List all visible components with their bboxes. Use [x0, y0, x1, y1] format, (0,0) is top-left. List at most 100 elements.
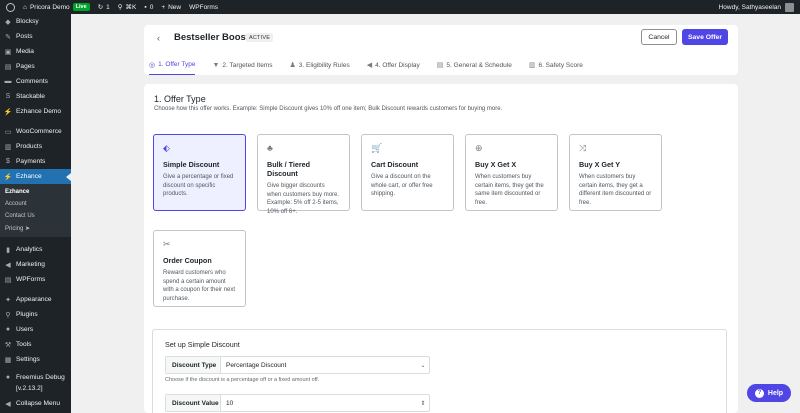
tab-offer-display[interactable]: ◀ 4. Offer Display [367, 55, 420, 75]
sidebar-item-pages[interactable]: ▤ Pages [0, 59, 71, 74]
wpforms-adminbar-link[interactable]: WPForms [189, 4, 218, 11]
back-arrow-icon[interactable]: ‹ [157, 33, 160, 43]
section-title: 1. Offer Type [154, 94, 206, 104]
tab-eligibility-rules[interactable]: ♟ 3. Eligibility Rules [290, 55, 350, 75]
card-title: Cart Discount [371, 160, 419, 169]
search-icon: ⚲ [117, 4, 123, 11]
submenu-item-pricing[interactable]: Pricing ➤ [0, 222, 71, 234]
sidebar-item-stackable[interactable]: S Stackable [0, 89, 71, 104]
offer-type-card-buy-x-get-y[interactable]: ⤨ Buy X Get Y When customers buy certain i… [569, 134, 662, 211]
tab-label: 6. Safety Score [538, 61, 583, 69]
sidebar-item-settings[interactable]: ▦ Settings [0, 352, 71, 367]
tab-offer-type[interactable]: ◎ 1. Offer Type [149, 55, 196, 75]
offer-display-icon: ◀ [366, 62, 373, 69]
tab-general-schedule[interactable]: ▤ 5. General & Schedule [437, 55, 512, 75]
site-name-link[interactable]: ⌂ Pricora Demo Live [23, 3, 90, 11]
save-offer-button[interactable]: Save Offer [682, 29, 728, 45]
admin-sidebar: ◆ Blocksy ✎ Posts ▣ Media ▤ Pages ▬ Comments S Stac… [0, 14, 71, 413]
sidebar-item-label: Posts [16, 33, 33, 40]
cancel-button[interactable]: Cancel [641, 29, 677, 45]
sidebar-item-analytics[interactable]: ▮ Analytics [0, 242, 71, 257]
comments-icon: ▬ [4, 78, 12, 85]
offer-type-panel: 1. Offer Type Choose how this offer work… [144, 84, 738, 413]
tab-safety-score[interactable]: ▥ 6. Safety Score [529, 55, 583, 75]
new-content-link[interactable]: + New [161, 4, 181, 11]
sidebar-item-users[interactable]: ● Users [0, 322, 71, 337]
status-badge: ACTIVE [246, 33, 274, 42]
card-title: Bulk / Tiered Discount [267, 160, 311, 178]
stepper-icon[interactable]: ⇕ [417, 400, 429, 407]
updates-link[interactable]: ↻ 1 [98, 3, 110, 12]
account-menu[interactable]: Howdy, Sathyaseelan [718, 2, 794, 12]
sidebar-item-label: Pages [16, 63, 35, 70]
sidebar-item-label: Media [16, 48, 34, 55]
offer-type-card-bulk-tiered-discount[interactable]: ♣ Bulk / Tiered Discount Give bigger disco… [257, 134, 350, 215]
discount-type-select[interactable]: Discount Type Percentage Discount ⌄ [165, 356, 430, 374]
submenu-item-contact-us[interactable]: Contact Us [0, 210, 71, 222]
sidebar-item-label: Analytics [16, 246, 43, 253]
comment-icon: ▪ [144, 3, 147, 11]
buy-x-get-x-icon: ⊕ [475, 143, 483, 153]
card-title: Buy X Get Y [579, 160, 621, 169]
tab-label: 5. General & Schedule [446, 61, 512, 69]
card-description: When customers buy certain items, they g… [579, 174, 652, 206]
targeted-items-icon: ▼ [212, 61, 220, 69]
help-button[interactable]: ? Help [747, 384, 791, 402]
sidebar-item-label: Payments [16, 158, 46, 165]
submenu-item-ezhance[interactable]: Ezhance [0, 186, 71, 198]
greeting: Howdy, Sathyaseelan [718, 3, 781, 11]
collapse-menu-button[interactable]: ◀ Collapse Menu [0, 396, 71, 411]
sidebar-item-tools[interactable]: ⚒ Tools [0, 337, 71, 352]
offer-type-card-simple-discount[interactable]: ⬖ Simple Discount Give a percentage or fix… [153, 134, 246, 211]
sidebar-item-posts[interactable]: ✎ Posts [0, 29, 71, 44]
sidebar-item-blocksy[interactable]: ◆ Blocksy [0, 14, 71, 29]
sidebar-item-payments[interactable]: $ Payments [0, 154, 71, 169]
ezhance-demo-icon: ⚡ [3, 108, 13, 116]
sidebar-item-woocommerce[interactable]: ▭ WooCommerce [0, 124, 71, 139]
discount-value-field[interactable]: Discount Value 10 ⇕ [165, 394, 430, 412]
sidebar-item-wpforms[interactable]: ▤ WPForms [0, 272, 71, 287]
chevron-down-icon: ⌄ [420, 362, 426, 369]
sidebar-item-media[interactable]: ▣ Media [0, 44, 71, 59]
sidebar-item-ezhance-active[interactable]: ⚡ Ezhance [0, 169, 71, 184]
submenu-item-account[interactable]: Account [0, 198, 71, 210]
sidebar-item-comments[interactable]: ▬ Comments [0, 74, 71, 89]
discount-type-help: Choose if the discount is a percentage o… [165, 377, 320, 383]
offer-type-card-buy-x-get-x[interactable]: ⊕ Buy X Get X When customers buy certain i… [465, 134, 558, 211]
products-icon: ▥ [4, 143, 12, 151]
freemius-version: [v.2.13.2] [16, 384, 43, 392]
command-palette-link[interactable]: ⚲ ⌘K [118, 3, 137, 11]
sidebar-item-products[interactable]: ▥ Products [0, 139, 71, 154]
sidebar-item-plugins[interactable]: ⚲ Plugins [0, 307, 71, 322]
discount-value-label: Discount Value [166, 395, 221, 411]
wordpress-logo-icon[interactable] [6, 2, 15, 12]
simple-discount-icon: ⬖ [163, 143, 170, 153]
sidebar-item-freemius-debug[interactable]: ● Freemius Debug [0, 372, 71, 383]
card-description: Give bigger discounts when customers buy… [267, 183, 340, 215]
card-description: Give a discount on the whole cart, or of… [371, 174, 433, 197]
safety-score-icon: ▥ [528, 62, 536, 69]
page-title: Bestseller Boost [174, 32, 249, 43]
offer-type-icon: ◎ [149, 61, 156, 69]
offer-type-card-order-coupon[interactable]: ✂ Order Coupon Reward customers who spend … [153, 230, 246, 307]
sidebar-item-label: WPForms [16, 276, 46, 283]
media-icon: ▣ [4, 48, 12, 56]
offer-type-card-cart-discount[interactable]: 🛒 Cart Discount Give a discount on the who… [361, 134, 454, 211]
marketing-icon: ◀ [5, 261, 11, 269]
question-icon: ? [754, 388, 764, 398]
buy-x-get-y-icon: ⤨ [579, 143, 587, 153]
discount-value-input[interactable]: 10 [221, 400, 417, 407]
sidebar-item-label: Blocksy [16, 18, 39, 25]
posts-icon: ✎ [5, 33, 11, 41]
sidebar-item-appearance[interactable]: ✦ Appearance [0, 292, 71, 307]
tab-targeted-items[interactable]: ▼ 2. Targeted Items [212, 55, 272, 75]
sidebar-item-marketing[interactable]: ◀ Marketing [0, 257, 71, 272]
bolt-icon: ⚡ [3, 173, 13, 181]
freemius-icon: ● [5, 374, 11, 381]
sidebar-item-label: Marketing [16, 261, 45, 268]
sidebar-item-label: Plugins [16, 311, 38, 318]
wpforms-icon: ▤ [4, 276, 12, 284]
sidebar-item-ezhance-demo[interactable]: ⚡ Ezhance Demo [0, 104, 71, 119]
eligibility-rules-icon: ♟ [289, 62, 296, 69]
comments-link[interactable]: ▪ 0 [144, 4, 153, 11]
